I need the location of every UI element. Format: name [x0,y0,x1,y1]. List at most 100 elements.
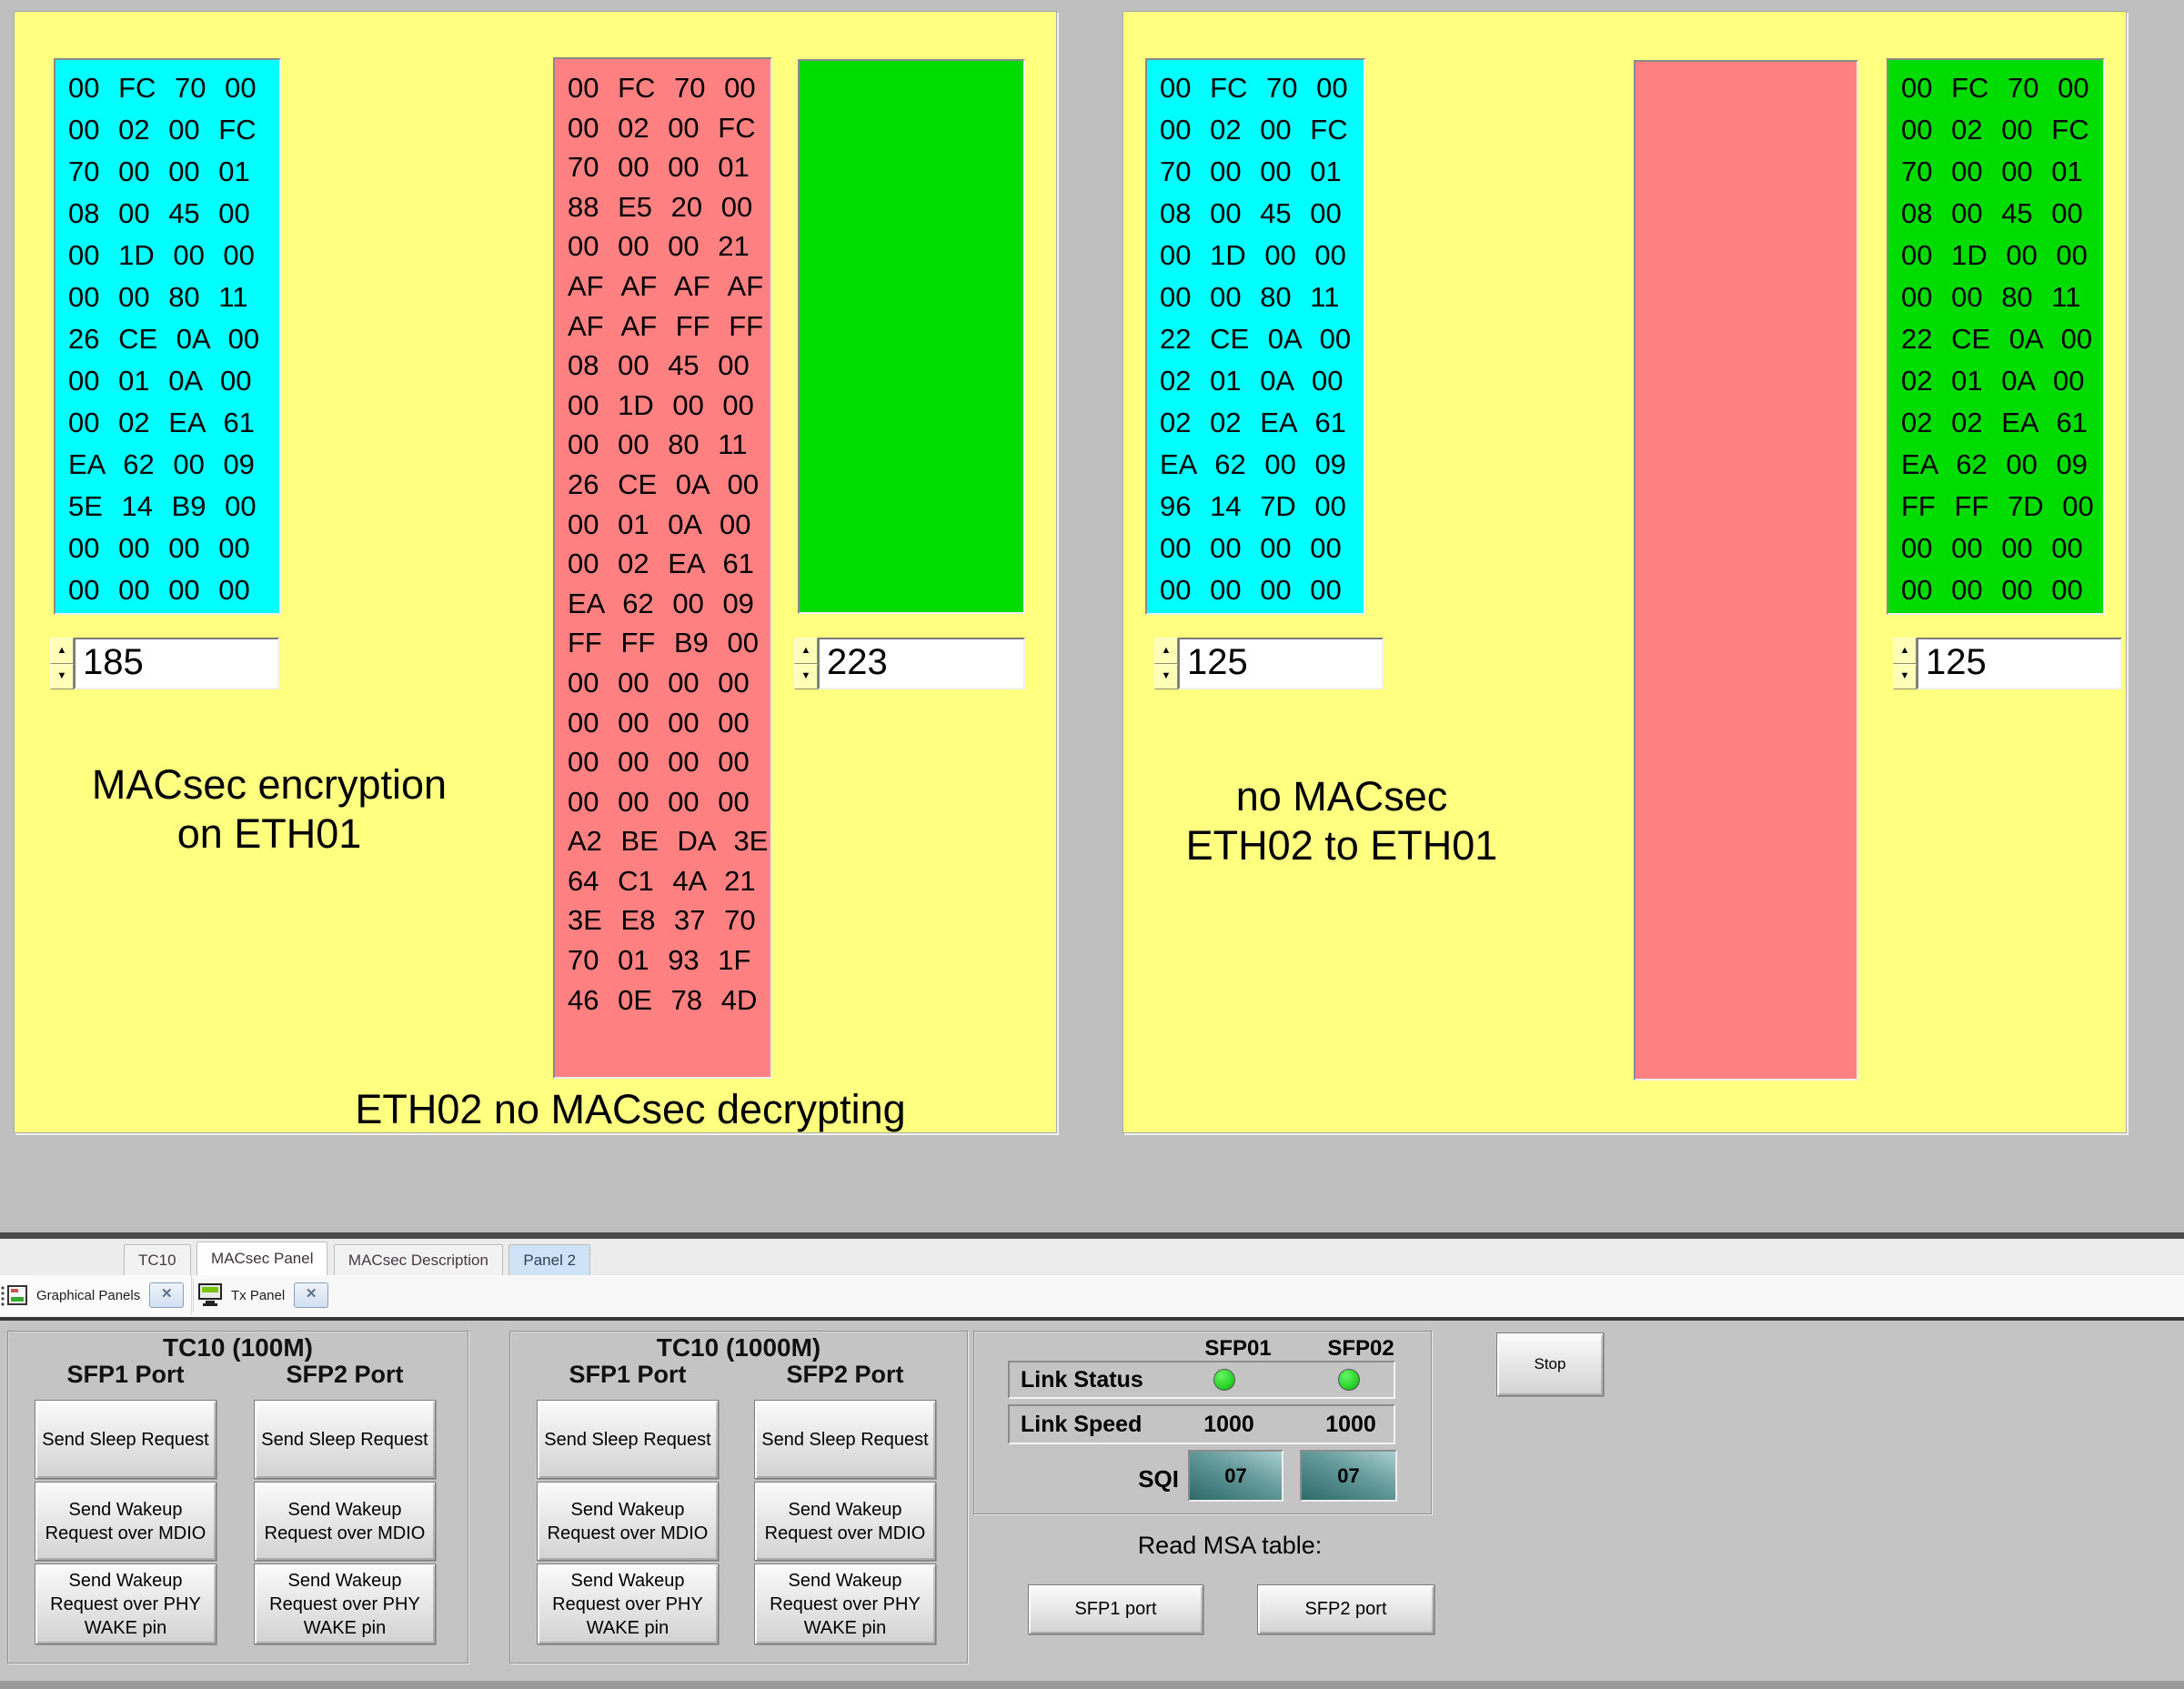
hex-row: 00 FC 70 00 [568,68,770,108]
hex-row: EA 62 00 09 [1901,444,2103,486]
tab-macsec-description[interactable]: MACsec Description [334,1244,503,1275]
group-title: TC10 (1000M) [510,1333,967,1362]
eth01-source-hex-array: 00 FC 70 0000 02 00 FC70 00 00 0108 00 4… [54,58,281,615]
dock-top-border [0,1232,2184,1239]
tab-macsec-panel[interactable]: MACsec Panel [196,1242,327,1275]
stop-button[interactable]: Stop [1496,1332,1604,1396]
hex-row: 00 00 80 11 [568,425,770,465]
hex-row: 00 1D 00 00 [1901,235,2103,276]
spinner-up-button[interactable]: ▲ [1154,638,1178,664]
read-msa-sfp1-port-button[interactable]: SFP1 port [1028,1584,1203,1634]
tx-panel-icon [196,1282,224,1309]
sfp2-port-label: SFP2 Port [754,1361,936,1389]
hex-row: 00 00 00 00 [68,528,279,569]
hex-row: 70 00 00 01 [568,147,770,187]
read-msa-table-label: Read MSA table: [1046,1532,1414,1560]
eth01-source-index-spinner: ▲ ▼ 185 [50,638,279,689]
send-sleep-request-1000m-sfp2-button[interactable]: Send Sleep Request [754,1400,936,1479]
hex-row: 3E E8 37 70 [568,900,770,940]
hex-row: 70 01 93 1F [568,940,770,980]
send-wakeup-phy-1000m-sfp1-button[interactable]: Send Wakeup Request over PHY WAKE pin [537,1563,719,1644]
caption-line2: ETH02 to ETH01 [1123,821,1560,870]
hex-row: 00 00 00 00 [568,742,770,782]
dock-item-label: Graphical Panels [36,1288,140,1303]
sfp02-header: SFP02 [1306,1336,1415,1362]
spinner-up-button[interactable]: ▲ [794,638,818,664]
hex-row: 00 01 0A 00 [568,505,770,545]
hex-row: EA 62 00 09 [68,444,279,486]
send-wakeup-mdio-1000m-sfp2-button[interactable]: Send Wakeup Request over MDIO [754,1482,936,1561]
hex-row: 08 00 45 00 [1160,193,1364,235]
sfp01-link-speed-value: 1000 [1188,1412,1270,1438]
eth01-received-index-value[interactable]: 125 [1917,638,2122,689]
hex-row: 5E 14 B9 00 [68,486,279,528]
close-tx-panel-button[interactable]: ✕ [294,1282,328,1308]
hex-row: 70 00 00 01 [68,151,279,193]
send-wakeup-mdio-1000m-sfp1-button[interactable]: Send Wakeup Request over MDIO [537,1482,719,1561]
hex-row: 00 00 00 00 [1160,528,1364,569]
graphical-panels-icon [0,1281,29,1310]
eth01-received-index-spinner: ▲ ▼ 125 [1893,638,2122,689]
close-graphical-panels-button[interactable]: ✕ [149,1282,184,1308]
send-wakeup-mdio-100m-sfp1-button[interactable]: Send Wakeup Request over MDIO [35,1482,216,1561]
spinner-down-button[interactable]: ▼ [1154,664,1178,690]
read-msa-sfp2-port-button[interactable]: SFP2 port [1257,1584,1434,1634]
eth02-encrypted-index-value[interactable]: 223 [818,638,1025,689]
sfp01-sqi-value: 07 [1224,1464,1246,1488]
sfp02-sqi-value: 07 [1337,1464,1359,1488]
down-arrow-icon: ▼ [801,671,811,681]
down-arrow-icon: ▼ [1162,671,1172,681]
hex-row: 00 02 00 FC [68,109,279,151]
hex-row: 00 00 00 00 [1160,569,1364,611]
eth02-source-index-value[interactable]: 125 [1178,638,1384,689]
hex-row: 64 C1 4A 21 [568,861,770,901]
link-speed-row: Link Speed 1000 1000 [1008,1404,1395,1444]
send-wakeup-phy-100m-sfp1-button[interactable]: Send Wakeup Request over PHY WAKE pin [35,1563,216,1644]
left-panel-caption: MACsec encryption on ETH01 [51,760,488,859]
eth01-source-index-value[interactable]: 185 [74,638,279,689]
sfp02-link-status-led [1338,1369,1360,1391]
spinner-down-button[interactable]: ▼ [50,664,74,690]
hex-row: 00 00 00 00 [1901,569,2103,611]
down-arrow-icon: ▼ [57,671,67,681]
no-macsec-panel: 00 FC 70 0000 02 00 FC70 00 00 0108 00 4… [1122,11,2127,1133]
send-wakeup-phy-100m-sfp2-button[interactable]: Send Wakeup Request over PHY WAKE pin [254,1563,436,1644]
send-wakeup-mdio-100m-sfp2-button[interactable]: Send Wakeup Request over MDIO [254,1482,436,1561]
tab-panel-2[interactable]: Panel 2 [508,1244,590,1275]
sfp1-port-label: SFP1 Port [537,1361,719,1389]
sfp-status-group: SFP01 SFP02 Link Status Link Speed 1000 … [973,1331,1432,1514]
sqi-label: SQI [1102,1465,1179,1493]
spinner-up-button[interactable]: ▲ [1893,638,1917,664]
hex-row: 00 02 00 FC [1901,109,2103,151]
sfp02-link-speed-value: 1000 [1310,1412,1392,1438]
hex-row: 00 00 80 11 [1160,276,1364,318]
pane-dock-bar: Graphical Panels ✕ Tx Panel ✕ [0,1275,2184,1317]
hex-row: 00 00 00 21 [568,226,770,266]
send-sleep-request-100m-sfp1-button[interactable]: Send Sleep Request [35,1400,216,1479]
spinner-down-button[interactable]: ▼ [794,664,818,690]
eth01-decrypted-hex-array-empty [798,59,1025,614]
sfp01-header: SFP01 [1183,1336,1293,1362]
dock-item-graphical-panels[interactable]: Graphical Panels ✕ [0,1275,192,1315]
send-wakeup-phy-1000m-sfp2-button[interactable]: Send Wakeup Request over PHY WAKE pin [754,1563,936,1644]
hex-row: 00 1D 00 00 [568,386,770,426]
hex-row: 00 1D 00 00 [1160,235,1364,276]
hex-row: 00 1D 00 00 [68,235,279,276]
send-sleep-request-1000m-sfp1-button[interactable]: Send Sleep Request [537,1400,719,1479]
eth02-source-hex-array: 00 FC 70 0000 02 00 FC70 00 00 0108 00 4… [1145,58,1365,615]
send-sleep-request-100m-sfp2-button[interactable]: Send Sleep Request [254,1400,436,1479]
hex-row: 88 E5 20 00 [568,187,770,227]
hex-row: 08 00 45 00 [68,193,279,235]
hex-row: EA 62 00 09 [1160,444,1364,486]
hex-row: 00 00 00 00 [1901,528,2103,569]
dock-item-tx-panel[interactable]: Tx Panel ✕ [196,1275,406,1315]
right-panel-caption: no MACsec ETH02 to ETH01 [1123,772,1560,870]
tab-tc10[interactable]: TC10 [124,1244,191,1275]
spinner-down-button[interactable]: ▼ [1893,664,1917,690]
hex-row: 00 00 00 00 [568,703,770,743]
hex-row: 02 01 0A 00 [1901,360,2103,402]
down-arrow-icon: ▼ [1900,671,1910,681]
spinner-up-button[interactable]: ▲ [50,638,74,664]
hex-row: FF FF 7D 00 [1901,486,2103,528]
hex-row: 00 00 80 11 [1901,276,2103,318]
